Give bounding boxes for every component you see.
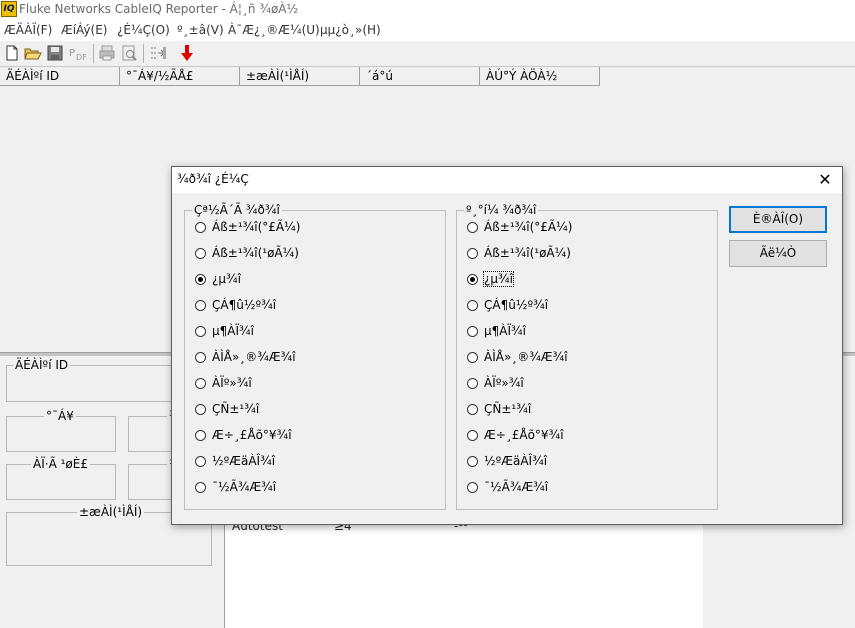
radio-label: µ¶ÀÏ¾î bbox=[484, 324, 526, 338]
menu-edit[interactable]: ÆíÁý(E) bbox=[61, 23, 107, 37]
radio-label: ¯½Ã¾Æ¾î bbox=[484, 480, 549, 494]
column-qualified[interactable]: ÀÚ°Ý ÀÖÀ½ bbox=[480, 67, 600, 86]
radio-label: Æ÷¸£Åõ°¥¾î bbox=[484, 428, 564, 442]
save-icon[interactable] bbox=[46, 44, 64, 62]
radio-button[interactable] bbox=[195, 300, 206, 311]
radio-button[interactable] bbox=[195, 378, 206, 389]
window-title: Fluke Networks CableIQ Reporter - Á¦¸ñ ¾… bbox=[19, 2, 299, 16]
open-folder-icon[interactable] bbox=[24, 44, 42, 62]
radio-button[interactable] bbox=[467, 352, 478, 363]
column-cable-id[interactable]: ÄÉÀÌºí ID bbox=[0, 67, 120, 86]
result-list[interactable] bbox=[224, 520, 703, 628]
column-date-time[interactable]: °¯Á¥/½ÃÅ£ bbox=[120, 67, 240, 86]
new-file-icon[interactable] bbox=[3, 44, 21, 62]
cancel-button[interactable]: Ãë¼Ò bbox=[729, 240, 827, 267]
toolbar-separator bbox=[143, 44, 144, 63]
radio-label: Áß±¹¾î(¹øÃ¼) bbox=[484, 246, 571, 260]
dialog-title: ¾ð¾î ¿É¼Ç bbox=[177, 172, 249, 186]
radio-label: ÀÏº»¾î bbox=[212, 376, 252, 390]
menu-utilities[interactable]: À¯Æ¿¸®Æ¼(U) bbox=[228, 23, 320, 37]
radio-label: ÀÌÅ»¸®¾Æ¾î bbox=[484, 350, 568, 364]
test-list-header: ÄÉÀÌºí ID °¯Á¥/½ÃÅ£ ±æÀÌ(¹ÌÅÍ) ´á°ú ÀÚ°Ý… bbox=[0, 67, 855, 87]
radio-button[interactable] bbox=[467, 326, 478, 337]
menu-bar: ÆÄÀÏ(F) ÆíÁý(E) ¿É¼Ç(O) º¸±â(V) À¯Æ¿¸®Æ¼… bbox=[0, 20, 855, 41]
import-icon[interactable] bbox=[149, 44, 167, 62]
close-icon[interactable]: ✕ bbox=[814, 169, 836, 191]
report-language-label: º¸°í¼­ ¾ð¾î bbox=[464, 203, 539, 217]
radio-button[interactable] bbox=[467, 300, 478, 311]
radio-button[interactable] bbox=[467, 482, 478, 493]
window-title-bar: IQ Fluke Networks CableIQ Reporter - Á¦¸… bbox=[0, 0, 855, 20]
radio-label: ½ºÆäÀÎ¾î bbox=[484, 454, 548, 468]
radio-label: ÇÑ±¹¾î bbox=[484, 402, 532, 416]
download-arrow-icon[interactable] bbox=[178, 44, 196, 62]
radio-label: ÇÁ¶û½º¾î bbox=[484, 298, 549, 312]
radio-button[interactable] bbox=[467, 222, 478, 233]
language-options-dialog: ¾ð¾î ¿É¼Ç ✕ Çª½Ã´Ã ¾ð¾î Áß±¹¾î(°£Ã¼) Áß±¹… bbox=[171, 166, 843, 525]
svg-text:DF: DF bbox=[76, 53, 87, 62]
cable-id-label: ÄÉÀÌºí ID bbox=[13, 358, 71, 372]
pdf-icon[interactable]: P DF bbox=[68, 44, 88, 62]
radio-label: Æ÷¸£Åõ°¥¾î bbox=[212, 428, 292, 442]
serial-label: ÀÏ·Ã ¹øÈ£ bbox=[31, 457, 90, 471]
radio-label: ¿µ¾î bbox=[212, 272, 241, 286]
radio-label: µ¶ÀÏ¾î bbox=[212, 324, 254, 338]
print-icon[interactable] bbox=[98, 44, 116, 62]
radio-label: Áß±¹¾î(¹øÃ¼) bbox=[212, 246, 299, 260]
radio-label: ½ºÆäÀÎ¾î bbox=[212, 454, 276, 468]
radio-button[interactable] bbox=[195, 274, 206, 285]
radio-label: Áß±¹¾î(°£Ã¼) bbox=[212, 220, 301, 234]
length-label: ±æÀÌ(¹ÌÅÍ) bbox=[77, 505, 145, 519]
radio-button[interactable] bbox=[195, 326, 206, 337]
radio-button[interactable] bbox=[467, 456, 478, 467]
radio-label: ÀÌÅ»¸®¾Æ¾î bbox=[212, 350, 296, 364]
radio-button[interactable] bbox=[195, 222, 206, 233]
menu-options[interactable]: ¿É¼Ç(O) bbox=[117, 23, 170, 37]
radio-label: ÀÏº»¾î bbox=[484, 376, 524, 390]
radio-label: Áß±¹¾î(°£Ã¼) bbox=[484, 220, 573, 234]
radio-button[interactable] bbox=[195, 352, 206, 363]
radio-button[interactable] bbox=[467, 274, 478, 285]
model-label: °¯Á¥ bbox=[44, 409, 76, 423]
toolbar-separator bbox=[93, 44, 94, 63]
radio-button[interactable] bbox=[195, 248, 206, 259]
menu-help[interactable]: µµ¿ò¸»(H) bbox=[320, 23, 381, 37]
report-language-group: º¸°í¼­ ¾ð¾î Áß±¹¾î(°£Ã¼) Áß±¹¾î(¹øÃ¼) ¿µ¾î… bbox=[456, 203, 718, 510]
radio-label: ÇÑ±¹¾î bbox=[212, 402, 260, 416]
menu-file[interactable]: ÆÄÀÏ(F) bbox=[4, 23, 52, 37]
ok-button[interactable]: È®ÀÎ(O) bbox=[729, 206, 827, 233]
radio-button[interactable] bbox=[195, 456, 206, 467]
radio-button[interactable] bbox=[467, 404, 478, 415]
radio-label: ¯½Ã¾Æ¾î bbox=[212, 480, 277, 494]
radio-button[interactable] bbox=[467, 378, 478, 389]
svg-text:P: P bbox=[69, 48, 75, 59]
app-logo-icon: IQ bbox=[1, 1, 17, 17]
radio-button[interactable] bbox=[467, 430, 478, 441]
menu-view[interactable]: º¸±â(V) bbox=[177, 23, 224, 37]
column-length[interactable]: ±æÀÌ(¹ÌÅÍ) bbox=[240, 67, 360, 86]
display-language-label: Çª½Ã´Ã ¾ð¾î bbox=[192, 203, 282, 217]
radio-label: ¿µ¾î bbox=[483, 271, 514, 287]
radio-button[interactable] bbox=[195, 404, 206, 415]
print-preview-icon[interactable] bbox=[120, 44, 138, 62]
dialog-title-bar: ¾ð¾î ¿É¼Ç ✕ bbox=[172, 167, 842, 193]
display-language-group: Çª½Ã´Ã ¾ð¾î Áß±¹¾î(°£Ã¼) Áß±¹¾î(¹øÃ¼) ¿µ¾î… bbox=[184, 203, 446, 510]
toolbar: P DF bbox=[0, 41, 855, 67]
radio-button[interactable] bbox=[195, 430, 206, 441]
column-result[interactable]: ´á°ú bbox=[360, 67, 480, 86]
radio-button[interactable] bbox=[467, 248, 478, 259]
radio-label: ÇÁ¶û½º¾î bbox=[212, 298, 277, 312]
radio-button[interactable] bbox=[195, 482, 206, 493]
